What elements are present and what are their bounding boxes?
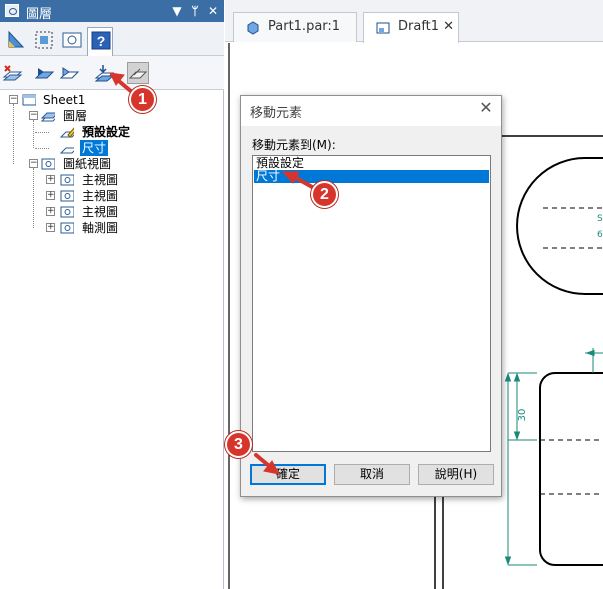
tree-node-view[interactable]: + 主視圖: [0, 172, 224, 188]
tree-label-sheet: Sheet1: [43, 93, 86, 107]
svg-text:S: S: [597, 214, 603, 224]
tree-label-view: 軸測圖: [82, 221, 119, 235]
svg-text:6: 6: [597, 230, 603, 240]
tab-draft1-label: Draft1: [398, 19, 440, 34]
hide-layer-button[interactable]: [127, 62, 149, 84]
tree-node-layer-default[interactable]: 預設設定: [0, 124, 224, 140]
dimension-annotations: [504, 348, 603, 566]
dialog-body: 移動元素到(M): 預設設定 尺寸 確定 取消 說明(H): [241, 126, 501, 496]
layer-show-icon: [59, 67, 80, 79]
triangle-ruler-icon: [8, 30, 25, 48]
view-icon: [60, 174, 74, 186]
panel-tab-strip: ?: [0, 22, 224, 56]
tree-node-view[interactable]: + 軸測圖: [0, 220, 224, 236]
tab-feature-library[interactable]: [3, 27, 29, 53]
move-to-layer-button[interactable]: [93, 62, 115, 84]
layers-panel: 圖層 ▼ ᛘ ✕ ? − Sheet1 − 圖層 預設設定 尺寸 − 圖紙視圖 …: [0, 0, 224, 589]
document-tab-strip: Part1.par:1 Draft1 ✕: [225, 0, 603, 43]
svg-text:?: ?: [97, 33, 106, 49]
tab-close-icon[interactable]: ✕: [443, 19, 454, 34]
help-icon: ?: [91, 31, 111, 50]
top-view-geometry: S 6: [487, 135, 603, 295]
tab-select-tools[interactable]: [31, 27, 57, 53]
tree-label-layers: 圖層: [63, 109, 88, 123]
tree-label-layer-dimension: 尺寸: [80, 140, 109, 156]
panel-title: 圖層: [26, 7, 53, 22]
dialog-title: 移動元素: [250, 106, 303, 121]
expand-toggle[interactable]: +: [46, 175, 55, 184]
callout-badge-3: 3: [225, 431, 252, 458]
move-elements-dialog: 移動元素 ✕ 移動元素到(M): 預設設定 尺寸 確定 取消 說明(H): [240, 95, 502, 497]
new-layer-button[interactable]: [1, 62, 23, 84]
tree-node-view[interactable]: + 主視圖: [0, 204, 224, 220]
active-layer-pencil-icon: [60, 127, 74, 138]
ok-button[interactable]: 確定: [250, 464, 326, 485]
callout-badge-1: 1: [129, 86, 156, 113]
tab-part1-label: Part1.par:1: [268, 19, 341, 34]
expand-toggle[interactable]: +: [46, 191, 55, 200]
expand-toggle[interactable]: +: [46, 207, 55, 216]
layers-panel-icon: [5, 4, 19, 17]
tree-node-sheet[interactable]: − Sheet1: [0, 92, 224, 108]
list-item-layer-dimension[interactable]: 尺寸: [254, 170, 489, 183]
tab-draft1[interactable]: Draft1 ✕: [363, 12, 459, 43]
part-icon: [247, 21, 259, 35]
tree-label-view: 主視圖: [82, 205, 119, 219]
cancel-button[interactable]: 取消: [334, 464, 410, 485]
tree-label-layer-default: 預設設定: [82, 125, 131, 139]
collapse-toggle[interactable]: −: [9, 95, 18, 104]
collapse-toggle[interactable]: −: [29, 159, 38, 168]
list-item-layer-default[interactable]: 預設設定: [254, 157, 489, 170]
move-to-label: 移動元素到(M):: [252, 138, 336, 152]
expand-toggle[interactable]: +: [46, 223, 55, 232]
panel-pin-button[interactable]: ᛘ: [188, 3, 202, 19]
collapse-toggle[interactable]: −: [29, 111, 38, 120]
drawing-view-group-icon: [41, 158, 55, 170]
new-layer-icon: [2, 65, 23, 81]
tree-label-drawing-views: 圖紙視圖: [63, 157, 112, 171]
panel-menu-button[interactable]: ▼: [170, 3, 184, 19]
panel-title-bar: 圖層 ▼ ᛘ ✕: [0, 0, 224, 22]
layer-listbox[interactable]: 預設設定 尺寸: [252, 155, 491, 452]
tree-node-drawing-views[interactable]: − 圖紙視圖: [0, 156, 224, 172]
view-icon: [60, 190, 74, 202]
tab-part1[interactable]: Part1.par:1: [233, 12, 357, 42]
show-layer-button[interactable]: [58, 62, 80, 84]
drawing-view-icon: [62, 32, 82, 48]
tree-node-layers[interactable]: − 圖層: [0, 108, 224, 124]
dimension-value-30: 30: [517, 409, 528, 422]
activate-layer-button[interactable]: [33, 62, 55, 84]
tree-node-view[interactable]: + 主視圖: [0, 188, 224, 204]
callout-badge-2: 2: [311, 181, 338, 208]
layers-toolbar: [0, 56, 224, 90]
layer-hide-icon: [128, 68, 148, 79]
help-button[interactable]: 說明(H): [418, 464, 494, 485]
move-to-layer-icon: [94, 65, 115, 82]
draft-icon: [376, 22, 390, 34]
selection-box-icon: [35, 31, 53, 49]
tree-node-layer-dimension[interactable]: 尺寸: [0, 140, 224, 156]
dialog-close-icon[interactable]: ✕: [478, 100, 494, 116]
panel-close-button[interactable]: ✕: [206, 3, 220, 19]
tree-label-view: 主視圖: [82, 189, 119, 203]
view-icon: [60, 222, 74, 234]
tree-label-view: 主視圖: [82, 173, 119, 187]
tab-help[interactable]: ?: [87, 27, 113, 56]
layers-icon: [41, 112, 55, 122]
tab-drawing-views[interactable]: [59, 27, 85, 53]
layer-activate-icon: [34, 68, 55, 79]
view-icon: [60, 206, 74, 218]
layer-icon: [60, 147, 74, 154]
sheet-icon: [22, 94, 36, 106]
